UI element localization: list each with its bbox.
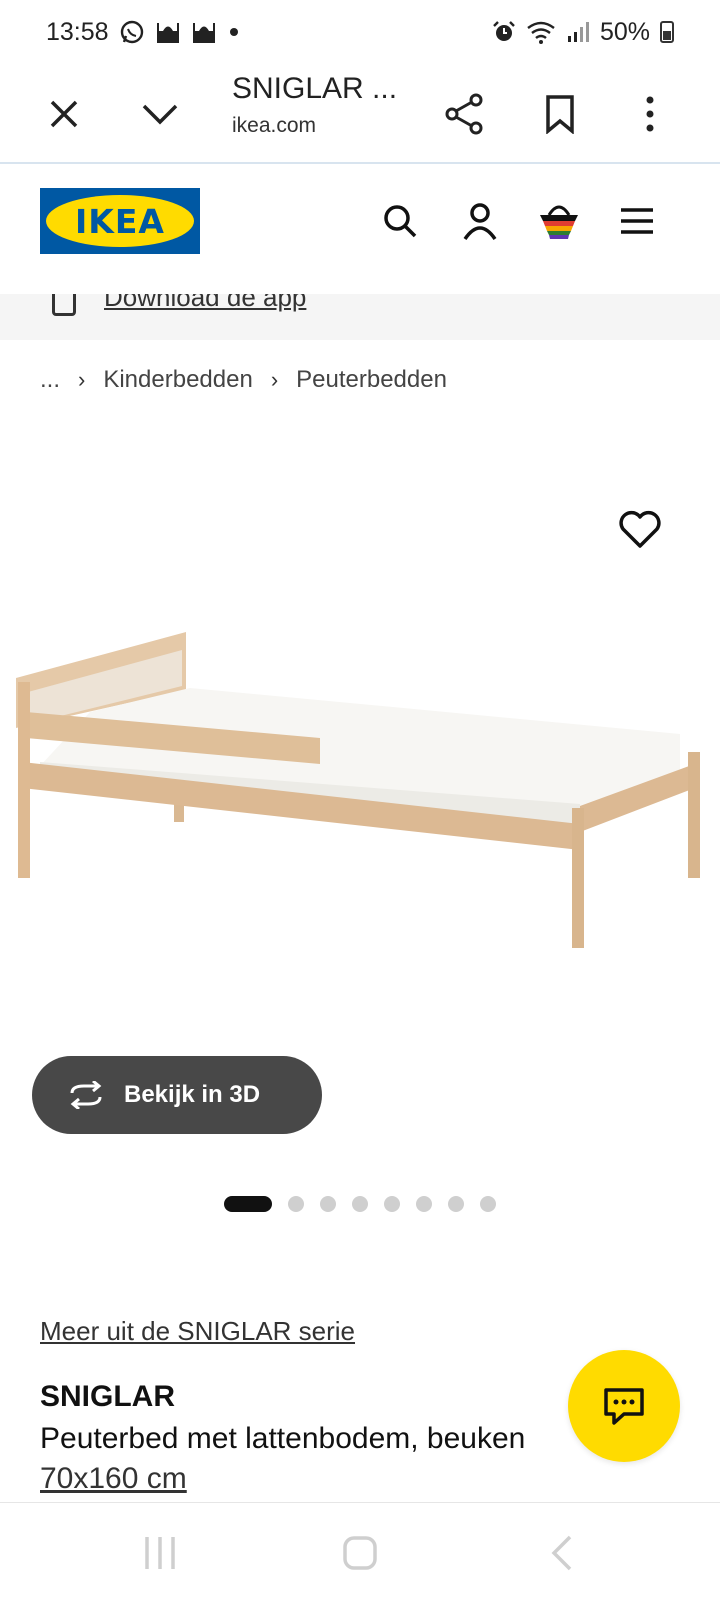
status-bar: 13:58 50% — [0, 0, 720, 64]
search-icon — [384, 205, 417, 238]
favourite-button[interactable] — [617, 508, 663, 554]
chat-button[interactable] — [568, 1350, 680, 1462]
recents-icon — [145, 1537, 175, 1569]
tab-domain: ikea.com — [232, 114, 317, 137]
minimize-button[interactable] — [130, 84, 190, 144]
phone-icon — [52, 294, 76, 316]
series-link[interactable]: Meer uit de SNIGLAR serie — [40, 1316, 355, 1347]
pager-dot[interactable] — [288, 1196, 304, 1212]
user-icon — [463, 203, 497, 240]
app-download-banner: Download de app — [0, 294, 720, 340]
chat-icon — [604, 1388, 644, 1425]
menu-button[interactable] — [612, 196, 662, 246]
share-icon — [445, 93, 483, 135]
back-button[interactable] — [540, 1533, 584, 1573]
breadcrumb: ... › Kinderbedden › Peuterbedden — [40, 366, 447, 394]
pager-dot-active[interactable] — [224, 1196, 272, 1212]
status-time: 13:58 — [46, 17, 109, 46]
pager-dot[interactable] — [448, 1196, 464, 1212]
dot-icon — [229, 28, 238, 36]
more-options-button[interactable] — [620, 84, 680, 144]
pager-dot[interactable] — [320, 1196, 336, 1212]
breadcrumb-item-kinderbedden[interactable]: Kinderbedden — [103, 366, 252, 394]
alarm-icon — [493, 21, 515, 41]
mosque-icon — [156, 23, 179, 43]
browser-toolbar: SNIGLAR ... ikea.com — [0, 64, 720, 164]
close-icon — [50, 100, 78, 128]
tab-title: SNIGLAR ... — [232, 72, 398, 105]
view-3d-button[interactable]: Bekijk in 3D — [32, 1056, 322, 1134]
basket-icon — [540, 205, 578, 239]
bookmark-icon — [546, 95, 574, 134]
system-nav-bar — [0, 1502, 720, 1600]
signal-icon — [567, 22, 589, 42]
more-icon — [646, 96, 654, 132]
home-button[interactable] — [338, 1533, 382, 1573]
breadcrumb-item-peuterbedden[interactable]: Peuterbedden — [296, 366, 447, 394]
product-description: Peuterbed met lattenbodem, beuken — [40, 1422, 526, 1455]
logo-text: IKEA — [75, 201, 165, 241]
home-icon — [343, 1536, 377, 1570]
image-pager — [224, 1196, 496, 1212]
back-icon — [551, 1535, 572, 1571]
pager-dot[interactable] — [416, 1196, 432, 1212]
basket-button[interactable] — [534, 196, 584, 246]
ikea-logo[interactable]: IKEA — [40, 188, 200, 254]
mosque-icon — [192, 23, 215, 43]
logo-oval: IKEA — [46, 195, 194, 247]
whatsapp-icon — [120, 20, 143, 44]
recents-button[interactable] — [138, 1533, 182, 1573]
battery-icon — [660, 21, 674, 43]
product-image — [16, 632, 700, 948]
close-tab-button[interactable] — [34, 84, 94, 144]
account-button[interactable] — [455, 196, 505, 246]
product-name: SNIGLAR — [40, 1380, 175, 1413]
product-image-gallery[interactable]: Bekijk in 3D — [0, 412, 720, 1212]
breadcrumb-ellipsis[interactable]: ... — [40, 366, 60, 394]
pager-dot[interactable] — [384, 1196, 400, 1212]
chevron-right-icon: › — [270, 367, 279, 392]
site-header: IKEA — [0, 166, 720, 294]
share-button[interactable] — [434, 84, 494, 144]
view-3d-label: Bekijk in 3D — [124, 1081, 261, 1108]
menu-icon — [621, 208, 653, 234]
bookmark-button[interactable] — [530, 84, 590, 144]
battery-percent: 50% — [599, 17, 650, 46]
pager-dot[interactable] — [352, 1196, 368, 1212]
pager-dot[interactable] — [480, 1196, 496, 1212]
rotate-3d-icon — [70, 1081, 102, 1109]
chevron-down-icon — [142, 104, 178, 125]
chevron-right-icon: › — [78, 367, 86, 392]
download-app-link[interactable]: Download de app — [104, 294, 306, 313]
wifi-icon — [527, 21, 555, 44]
status-left: 13:58 — [46, 18, 241, 47]
search-button[interactable] — [375, 196, 425, 246]
heart-icon — [619, 510, 661, 548]
tab-title-area[interactable]: SNIGLAR ... ikea.com — [232, 72, 397, 138]
product-size-link[interactable]: 70x160 cm — [40, 1462, 187, 1496]
status-right: 50% — [492, 18, 674, 47]
